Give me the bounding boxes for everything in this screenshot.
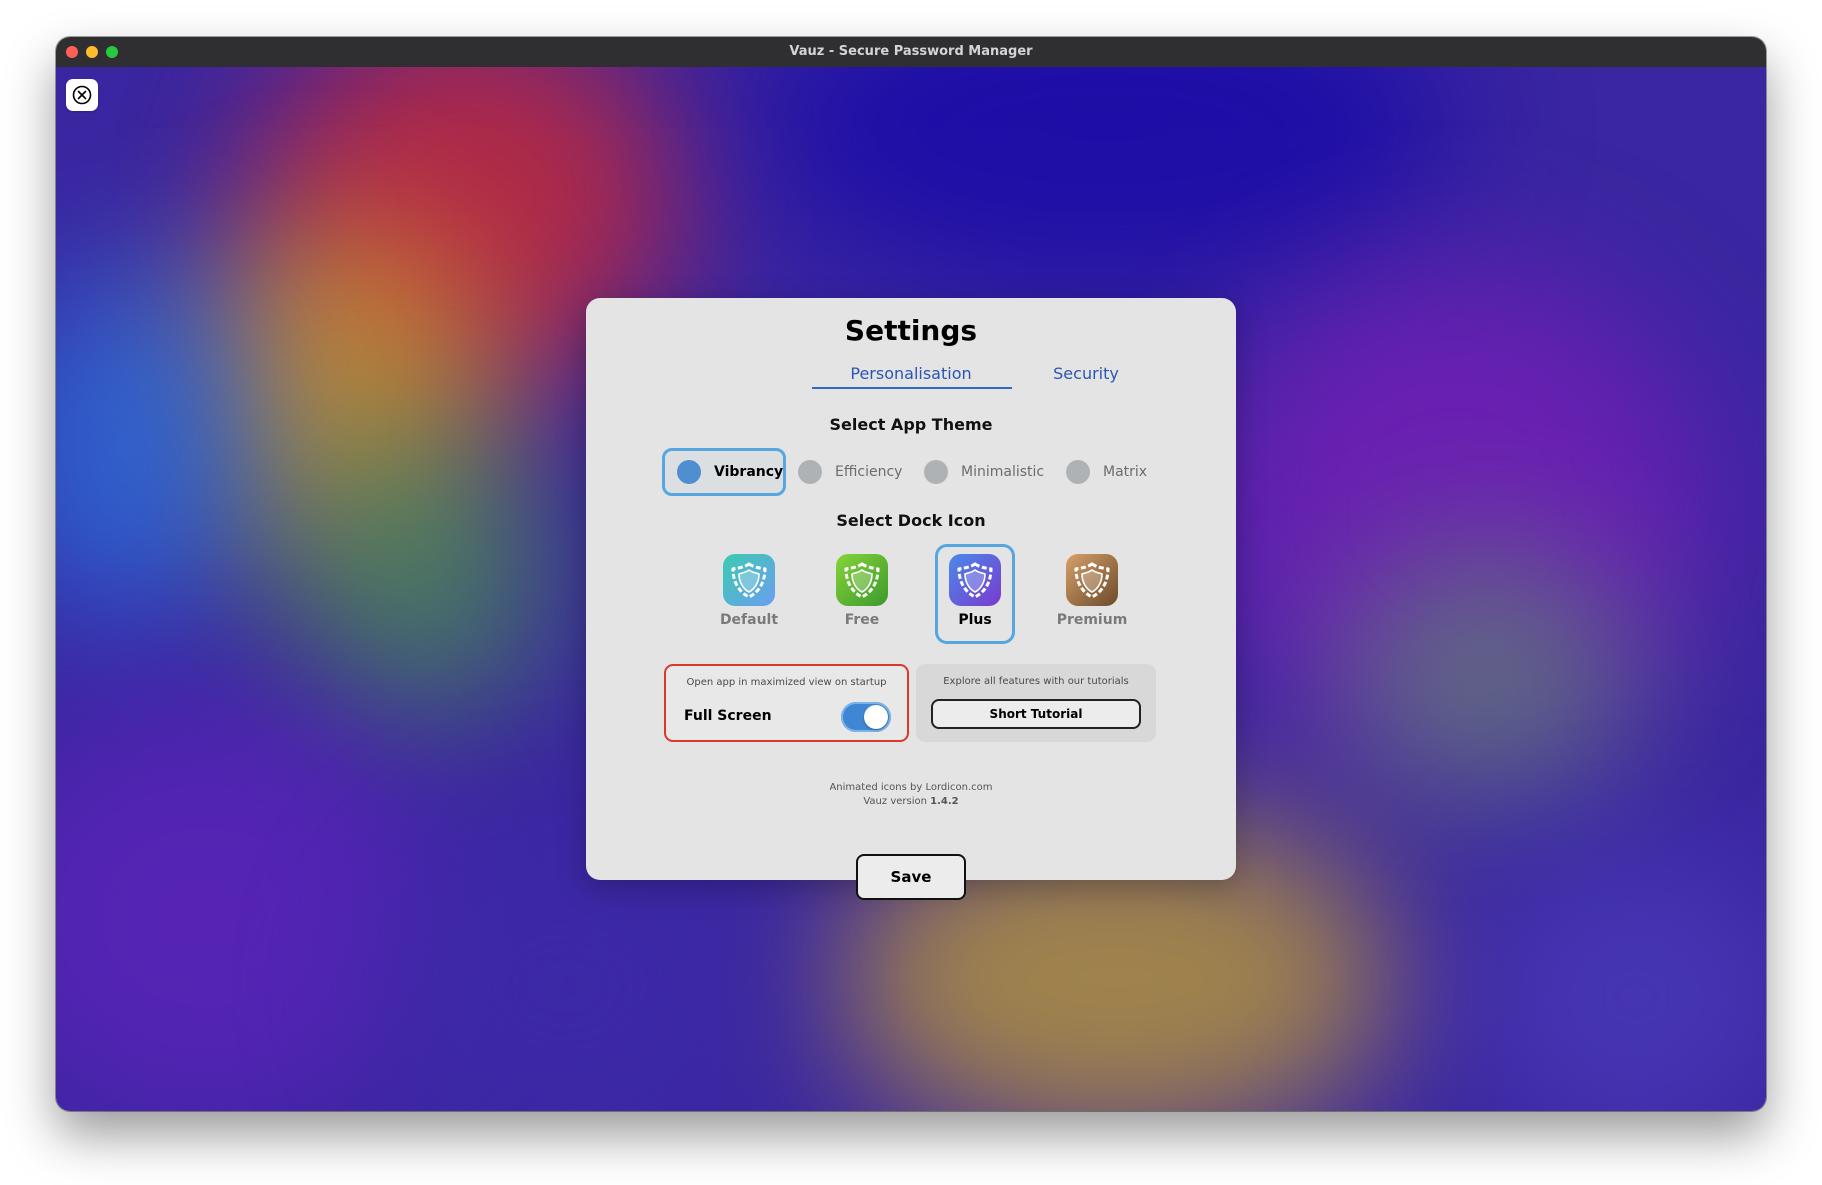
theme-option-vibrancy[interactable]: Vibrancy bbox=[662, 448, 786, 496]
settings-modal: Settings Personalisation Security Select… bbox=[586, 298, 1236, 900]
theme-option-minimalistic[interactable]: Minimalistic bbox=[924, 448, 1049, 496]
window-close-button[interactable] bbox=[66, 46, 78, 58]
shield-icon bbox=[836, 554, 888, 606]
window-maximize-button[interactable] bbox=[106, 46, 118, 58]
theme-section-title: Select App Theme bbox=[829, 415, 993, 434]
theme-option-matrix[interactable]: Matrix bbox=[1066, 448, 1161, 496]
version-number: 1.4.2 bbox=[930, 796, 959, 807]
version-line: Vauz version 1.4.2 bbox=[586, 796, 1236, 807]
app-window: Vauz - Secure Password Manager Settings … bbox=[56, 37, 1766, 1111]
close-circle-icon bbox=[72, 85, 92, 105]
theme-option-label: Matrix bbox=[1103, 464, 1148, 480]
save-button[interactable]: Save bbox=[856, 854, 966, 900]
fullscreen-card: Open app in maximized view on startup Fu… bbox=[664, 664, 909, 742]
short-tutorial-button[interactable]: Short Tutorial bbox=[931, 699, 1141, 729]
dock-option-label: Free bbox=[844, 612, 880, 628]
radio-dot-icon bbox=[1066, 460, 1090, 484]
radio-dot-icon bbox=[677, 460, 701, 484]
dock-section-title: Select Dock Icon bbox=[836, 511, 986, 530]
shield-icon bbox=[1066, 554, 1118, 606]
shield-icon bbox=[723, 554, 775, 606]
tutorial-caption: Explore all features with our tutorials bbox=[943, 676, 1129, 687]
fullscreen-caption: Open app in maximized view on startup bbox=[686, 677, 887, 688]
shield-icon bbox=[949, 554, 1001, 606]
version-prefix: Vauz version bbox=[863, 796, 927, 807]
radio-dot-icon bbox=[924, 460, 948, 484]
tab-personalisation[interactable]: Personalisation bbox=[811, 364, 1011, 384]
theme-option-efficiency[interactable]: Efficiency bbox=[798, 448, 908, 496]
window-title: Vauz - Secure Password Manager bbox=[789, 44, 1033, 59]
theme-option-label: Vibrancy bbox=[714, 464, 784, 480]
icons-credit: Animated icons by Lordicon.com bbox=[829, 782, 993, 793]
toggle-knob bbox=[864, 705, 888, 729]
dock-option-free[interactable]: Free bbox=[822, 544, 902, 644]
theme-option-label: Minimalistic bbox=[961, 464, 1045, 480]
close-settings-button[interactable] bbox=[66, 79, 98, 111]
dock-option-plus[interactable]: Plus bbox=[935, 544, 1015, 644]
theme-option-label: Efficiency bbox=[835, 464, 903, 480]
active-tab-indicator bbox=[812, 387, 1012, 389]
dock-option-label: Premium bbox=[1056, 612, 1128, 628]
settings-title: Settings bbox=[844, 314, 978, 347]
dock-option-premium[interactable]: Premium bbox=[1052, 544, 1132, 644]
fullscreen-toggle[interactable] bbox=[841, 702, 891, 732]
dock-option-label: Default bbox=[719, 612, 779, 628]
radio-dot-icon bbox=[798, 460, 822, 484]
dock-option-label: Plus bbox=[958, 612, 992, 628]
tutorial-card: Explore all features with our tutorials … bbox=[916, 664, 1156, 742]
dock-option-default[interactable]: Default bbox=[709, 544, 789, 644]
tab-security[interactable]: Security bbox=[1036, 364, 1136, 384]
fullscreen-label: Full Screen bbox=[684, 708, 772, 724]
window-minimize-button[interactable] bbox=[86, 46, 98, 58]
title-bar[interactable]: Vauz - Secure Password Manager bbox=[56, 37, 1766, 68]
